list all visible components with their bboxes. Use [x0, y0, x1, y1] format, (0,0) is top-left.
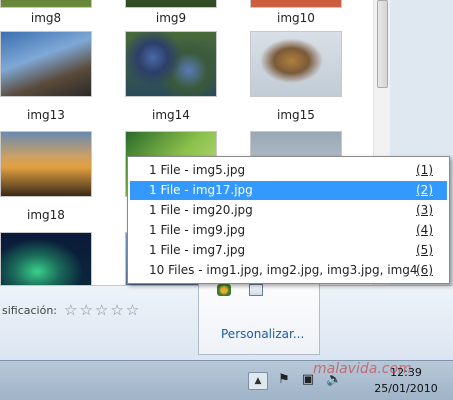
thumbnail-image	[0, 31, 92, 97]
thumbnail-label: img13	[27, 108, 65, 122]
popup-item-shortcut: (2)	[416, 183, 433, 197]
thumbnail-label: img18	[27, 208, 65, 222]
thumbnail-image	[250, 0, 342, 8]
popup-item[interactable]: 1 File - img17.jpg (2)	[130, 181, 447, 200]
popup-item-shortcut: (3)	[416, 203, 433, 217]
thumbnail-label: img10	[277, 11, 315, 25]
thumbnail-image	[0, 232, 92, 285]
popup-item-label: 1 File - img5.jpg	[149, 163, 246, 177]
popup-item-label: 1 File - img7.jpg	[149, 243, 246, 257]
document-icon[interactable]	[249, 284, 263, 296]
show-hidden-icons-button[interactable]: ▲	[248, 372, 268, 390]
panel-icons	[217, 284, 281, 300]
file-list-popup: 1 File - img5.jpg (1) 1 File - img17.jpg…	[127, 156, 450, 284]
thumbnail-item[interactable]: img8	[0, 0, 92, 25]
popup-item[interactable]: 1 File - img7.jpg (5)	[130, 241, 447, 260]
thumbnail-image	[250, 31, 342, 97]
flag-icon[interactable]: ⚑	[276, 372, 292, 388]
shield-icon[interactable]	[217, 284, 231, 296]
clock-date: 25/01/2010	[374, 382, 438, 395]
thumbnail-item[interactable]: img10	[250, 0, 342, 25]
thumbnail-item[interactable]: img18	[0, 131, 92, 222]
popup-item[interactable]: 1 File - img20.jpg (3)	[130, 201, 447, 220]
thumbnail-item[interactable]: img14	[125, 31, 217, 122]
popup-item-shortcut: (1)	[416, 163, 433, 177]
popup-item-label: 10 Files - img1.jpg, img2.jpg, img3.jpg,…	[149, 263, 417, 277]
popup-item-label: 1 File - img20.jpg	[149, 203, 253, 217]
customize-link[interactable]: Personalizar...	[221, 327, 304, 341]
thumbnail-item[interactable]: img23	[0, 232, 92, 285]
watermark: malavida.com	[313, 361, 412, 377]
thumbnail-image	[125, 31, 217, 97]
thumbnail-image	[0, 0, 92, 8]
thumbnail-item[interactable]: img13	[0, 31, 92, 122]
popup-item-label: 1 File - img17.jpg	[149, 183, 253, 197]
popup-item[interactable]: 10 Files - img1.jpg, img2.jpg, img3.jpg,…	[130, 261, 447, 280]
rating-label: sificación:	[2, 304, 58, 317]
thumbnail-image	[0, 131, 92, 197]
thumbnail-label: img14	[152, 108, 190, 122]
thumbnail-item[interactable]: img9	[125, 0, 217, 25]
popup-item-shortcut: (4)	[416, 223, 433, 237]
rating-stars[interactable]: ☆☆☆☆☆	[64, 301, 141, 319]
popup-item-shortcut: (5)	[416, 243, 433, 257]
popup-item-label: 1 File - img9.jpg	[149, 223, 246, 237]
popup-item-shortcut: (6)	[416, 263, 433, 277]
thumbnail-image	[125, 0, 217, 8]
scrollbar-thumb[interactable]	[377, 0, 388, 88]
thumbnail-label: img8	[30, 11, 62, 25]
thumbnail-label: img9	[155, 11, 187, 25]
customize-panel: Personalizar...	[198, 280, 320, 355]
popup-item[interactable]: 1 File - img9.jpg (4)	[130, 221, 447, 240]
thumbnail-label: img15	[277, 108, 315, 122]
popup-item[interactable]: 1 File - img5.jpg (1)	[130, 161, 447, 180]
thumbnail-item[interactable]: img15	[250, 31, 342, 122]
